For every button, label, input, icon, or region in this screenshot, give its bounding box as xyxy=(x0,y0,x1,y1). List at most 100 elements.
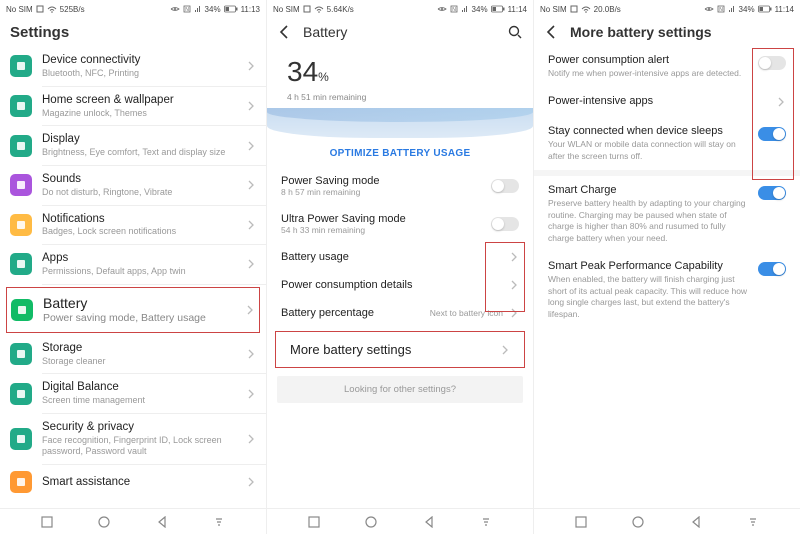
optimize-button[interactable]: OPTIMIZE BATTERY USAGE xyxy=(267,148,533,159)
row-sub: 8 h 57 min remaining xyxy=(281,187,491,197)
back-button[interactable] xyxy=(544,24,560,40)
settings-row-digital[interactable]: Digital BalanceScreen time management xyxy=(0,374,266,413)
battery-wave-graphic xyxy=(267,108,533,138)
chevron-right-icon xyxy=(246,434,256,444)
chevron-right-icon xyxy=(246,349,256,359)
phone-battery: No SIM 5.64K/s N 34% 11:14 Battery 34% xyxy=(267,0,534,534)
row-icon xyxy=(10,383,32,405)
nav-recent[interactable] xyxy=(37,512,57,532)
toggle[interactable] xyxy=(758,262,786,276)
page-title: Battery xyxy=(303,24,507,40)
page-title: Settings xyxy=(0,18,266,47)
toggle[interactable] xyxy=(491,179,519,193)
settings-row-device[interactable]: Device connectivityBluetooth, NFC, Print… xyxy=(0,47,266,86)
row-label: Notifications xyxy=(42,212,246,227)
sim-icon xyxy=(303,5,311,13)
row-icon xyxy=(10,471,32,493)
more-row-smart-peak-performance-capability[interactable]: Smart Peak Performance Capability When en… xyxy=(534,252,800,328)
nav-recent[interactable] xyxy=(571,512,591,532)
status-bar: No SIM 20.0B/s N 34% 11:14 xyxy=(534,0,800,18)
nfc-icon: N xyxy=(450,5,458,13)
status-bar: No SIM 525B/s N 34% 11:13 xyxy=(0,0,266,18)
toggle[interactable] xyxy=(491,217,519,231)
settings-row-notifications[interactable]: NotificationsBadges, Lock screen notific… xyxy=(0,206,266,245)
settings-row-security[interactable]: Security & privacyFace recognition, Fing… xyxy=(0,414,266,464)
sim-icon xyxy=(570,5,578,13)
clock: 11:13 xyxy=(241,5,260,14)
back-button[interactable] xyxy=(277,24,293,40)
settings-row-apps[interactable]: AppsPermissions, Default apps, App twin xyxy=(0,245,266,284)
chevron-right-icon xyxy=(245,305,255,315)
settings-row-display[interactable]: DisplayBrightness, Eye comfort, Text and… xyxy=(0,126,266,165)
search-icon[interactable] xyxy=(507,24,523,40)
row-label: Smart Peak Performance Capability xyxy=(548,260,750,272)
eye-icon xyxy=(704,5,714,13)
sim-status: No SIM xyxy=(540,5,567,14)
nav-back[interactable] xyxy=(152,512,172,532)
clock: 11:14 xyxy=(508,5,527,14)
row-icon xyxy=(10,55,32,77)
page-header: Battery xyxy=(267,18,533,46)
chevron-right-icon xyxy=(500,345,510,355)
nav-home[interactable] xyxy=(361,512,381,532)
nav-back[interactable] xyxy=(419,512,439,532)
row-label: Digital Balance xyxy=(42,380,246,395)
nav-home[interactable] xyxy=(628,512,648,532)
row-label: Battery percentage xyxy=(281,307,430,319)
row-sub: Notify me when power-intensive apps are … xyxy=(548,68,750,79)
row-sub: 54 h 33 min remaining xyxy=(281,225,491,235)
row-label: Storage xyxy=(42,341,246,356)
sim-status: No SIM xyxy=(273,5,300,14)
settings-row-smart[interactable]: Smart assistance xyxy=(0,465,266,499)
wifi-icon xyxy=(314,5,324,13)
more-battery-settings[interactable]: More battery settings xyxy=(275,331,525,368)
wifi-icon xyxy=(581,5,591,13)
time-remaining: 4 h 51 min remaining xyxy=(287,92,513,102)
signal-icon xyxy=(461,5,469,13)
sim-icon xyxy=(36,5,44,13)
row-label: Apps xyxy=(42,251,246,266)
settings-row-sounds[interactable]: SoundsDo not disturb, Ringtone, Vibrate xyxy=(0,166,266,205)
settings-row-battery[interactable]: BatteryPower saving mode, Battery usage xyxy=(6,287,260,333)
battery-icon xyxy=(758,5,772,13)
nfc-icon: N xyxy=(717,5,725,13)
row-label: Battery xyxy=(43,294,245,312)
nav-home[interactable] xyxy=(94,512,114,532)
row-label: Sounds xyxy=(42,172,246,187)
settings-row-home[interactable]: Home screen & wallpaperMagazine unlock, … xyxy=(0,87,266,126)
row-icon xyxy=(10,428,32,450)
row-sub: Preserve battery health by adapting to y… xyxy=(548,198,750,244)
row-label: Ultra Power Saving mode xyxy=(281,213,491,225)
battery-row-power-saving-mode[interactable]: Power Saving mode8 h 57 min remaining xyxy=(267,167,533,205)
search-other-settings[interactable]: Looking for other settings? xyxy=(277,376,523,403)
row-label: Smart assistance xyxy=(42,475,246,490)
row-label: Security & privacy xyxy=(42,420,246,435)
nav-bar xyxy=(534,508,800,534)
nav-drawer[interactable] xyxy=(209,512,229,532)
row-icon xyxy=(10,95,32,117)
row-sub: When enabled, the battery will finish ch… xyxy=(548,274,750,320)
chevron-right-icon xyxy=(246,259,256,269)
nav-back[interactable] xyxy=(686,512,706,532)
chevron-right-icon xyxy=(246,389,256,399)
row-label: Battery usage xyxy=(281,251,503,263)
row-label: Smart Charge xyxy=(548,184,750,196)
chevron-right-icon xyxy=(246,141,256,151)
toggle[interactable] xyxy=(758,186,786,200)
row-label: Power Saving mode xyxy=(281,175,491,187)
battery-pct: 34% xyxy=(205,5,221,14)
chevron-right-icon xyxy=(246,220,256,230)
row-sub: Brightness, Eye comfort, Text and displa… xyxy=(42,147,246,159)
nav-recent[interactable] xyxy=(304,512,324,532)
battery-row-ultra-power-saving-mode[interactable]: Ultra Power Saving mode54 h 33 min remai… xyxy=(267,205,533,243)
settings-row-storage[interactable]: StorageStorage cleaner xyxy=(0,335,266,374)
nav-drawer[interactable] xyxy=(476,512,496,532)
more-row-smart-charge[interactable]: Smart Charge Preserve battery health by a… xyxy=(534,176,800,252)
signal-icon xyxy=(728,5,736,13)
battery-percentage: 34% xyxy=(287,56,513,88)
row-sub: Bluetooth, NFC, Printing xyxy=(42,68,246,80)
row-label: Stay connected when device sleeps xyxy=(548,125,750,137)
nav-drawer[interactable] xyxy=(743,512,763,532)
row-sub: Permissions, Default apps, App twin xyxy=(42,266,246,278)
net-speed: 5.64K/s xyxy=(327,5,354,14)
